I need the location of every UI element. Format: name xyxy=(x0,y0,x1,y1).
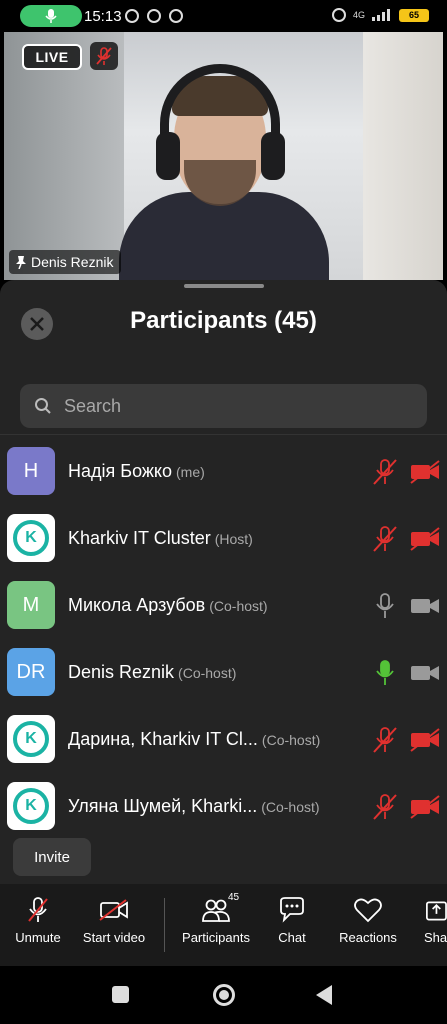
speaker-name: Denis Reznik xyxy=(31,254,114,270)
back-button[interactable] xyxy=(316,985,332,1005)
system-nav-bar xyxy=(0,966,447,1024)
panel-title: Participants (45) xyxy=(130,307,317,334)
participants-panel: Participants (45) Н Надія Божко(me) K Khark… xyxy=(0,280,447,884)
app-notification-icon xyxy=(147,9,161,23)
video-off-icon xyxy=(410,525,440,553)
video-off-icon xyxy=(410,793,440,821)
search-input[interactable] xyxy=(64,395,384,417)
participant-name: Дарина, Kharkiv IT Cl... (Co-host) xyxy=(68,729,320,750)
search-field[interactable] xyxy=(20,384,427,428)
video-camera-icon xyxy=(410,592,440,620)
participant-name-text: Denis Reznik xyxy=(68,662,175,682)
participant-role: (Co-host) xyxy=(261,732,321,748)
avatar: K xyxy=(7,782,55,830)
search-icon xyxy=(35,398,51,414)
participant-row[interactable]: M Микола Арзубов (Co-host) xyxy=(0,572,447,639)
kharkiv-it-cluster-logo: K xyxy=(13,520,49,556)
participant-name-text: Дарина, Kharkiv IT Cl... xyxy=(68,729,258,749)
active-mic-indicator[interactable] xyxy=(20,5,82,27)
participant-name: Denis Reznik (Co-host) xyxy=(68,662,236,683)
unmute-button[interactable]: Unmute xyxy=(12,896,64,945)
mic-off-icon xyxy=(372,458,398,486)
recent-apps-button[interactable] xyxy=(112,986,129,1003)
avatar: K xyxy=(7,715,55,763)
participant-name: Микола Арзубов (Co-host) xyxy=(68,595,268,616)
start-video-label: Start video xyxy=(82,930,146,945)
mic-off-icon xyxy=(28,897,48,922)
participants-button[interactable]: 45 Participants xyxy=(178,892,254,945)
mic-off-icon xyxy=(372,726,398,754)
chat-button[interactable]: Chat xyxy=(272,896,312,945)
active-speaker-video[interactable]: LIVE Denis Reznik xyxy=(4,32,443,280)
chat-icon xyxy=(280,897,304,923)
participant-list: Н Надія Божко (me) K Kharkiv IT Cluster (Host… xyxy=(0,438,447,840)
video-off-icon xyxy=(410,458,440,486)
participant-name-text: Микола Арзубов xyxy=(68,595,206,615)
chat-label: Chat xyxy=(278,930,306,945)
participant-row[interactable]: K Kharkiv IT Cluster (Host) xyxy=(0,505,447,572)
alarm-icon xyxy=(125,9,139,23)
home-button[interactable] xyxy=(213,984,235,1006)
unmute-label: Unmute xyxy=(15,930,61,945)
meeting-toolbar: Unmute Start video 45 Participants Chat … xyxy=(0,884,447,966)
microphone-icon xyxy=(45,9,57,23)
share-button[interactable]: Sha xyxy=(424,896,447,945)
participant-role: (Co-host) xyxy=(209,598,268,614)
avatar: Н xyxy=(7,447,55,495)
participant-row[interactable]: Н Надія Божко (me) xyxy=(0,438,447,505)
sheet-drag-handle[interactable] xyxy=(184,284,264,288)
participant-name-text: Kharkiv IT Cluster xyxy=(68,528,211,548)
participant-name-text: Уляна Шумей, Kharki... xyxy=(68,796,258,816)
participant-name: Уляна Шумей, Kharki... (Co-host) xyxy=(68,796,320,817)
start-video-button[interactable]: Start video xyxy=(80,896,148,945)
video-off-icon xyxy=(410,726,440,754)
mic-off-icon xyxy=(372,793,398,821)
speaker-name-tag: Denis Reznik xyxy=(9,250,122,274)
status-time: 15:13 xyxy=(84,8,122,25)
battery-icon: 65 xyxy=(399,8,429,22)
participants-icon xyxy=(202,899,230,922)
participants-count-badge: 45 xyxy=(228,892,240,903)
pin-icon xyxy=(16,256,26,269)
invite-button[interactable]: Invite xyxy=(13,838,91,876)
participant-name: Надія Божко (me) xyxy=(68,461,205,482)
participant-role: (Co-host) xyxy=(261,799,320,815)
participant-row[interactable]: K Дарина, Kharkiv IT Cl... (Co-host) xyxy=(0,706,447,773)
participant-name-text: Надія Божко xyxy=(68,461,173,481)
participant-role: (Co-host) xyxy=(178,665,237,681)
reactions-label: Reactions xyxy=(339,930,397,945)
video-camera-icon xyxy=(410,659,440,687)
video-off-icon xyxy=(99,899,128,921)
avatar: M xyxy=(7,581,55,629)
microphone-icon xyxy=(372,659,398,687)
speaker-muted-indicator xyxy=(90,42,118,70)
share-label: Sha xyxy=(424,930,447,945)
registered-icon xyxy=(331,8,346,22)
participant-role: (Host) xyxy=(214,531,253,547)
signal-strength-icon xyxy=(372,9,390,21)
heart-icon xyxy=(354,898,382,923)
avatar: DR xyxy=(7,648,55,696)
status-bar: 15:13 4G 65 xyxy=(0,0,447,32)
kharkiv-it-cluster-logo: K xyxy=(13,788,49,824)
avatar: K xyxy=(7,514,55,562)
participant-name: Kharkiv IT Cluster (Host) xyxy=(68,528,253,549)
kharkiv-it-cluster-logo: K xyxy=(13,721,49,757)
participant-row[interactable]: DR Denis Reznik (Co-host) xyxy=(0,639,447,706)
network-type: 4G xyxy=(352,10,365,20)
live-badge[interactable]: LIVE xyxy=(22,44,82,70)
reactions-button[interactable]: Reactions xyxy=(334,896,402,945)
mic-off-icon xyxy=(372,525,398,553)
participant-role: (me) xyxy=(176,464,205,480)
microphone-icon xyxy=(372,592,398,620)
participant-row[interactable]: K Уляна Шумей, Kharki... (Co-host) xyxy=(0,773,447,840)
share-icon xyxy=(426,901,447,921)
browser-icon xyxy=(169,9,183,23)
mic-off-icon xyxy=(96,47,112,65)
participants-label: Participants xyxy=(182,930,250,945)
